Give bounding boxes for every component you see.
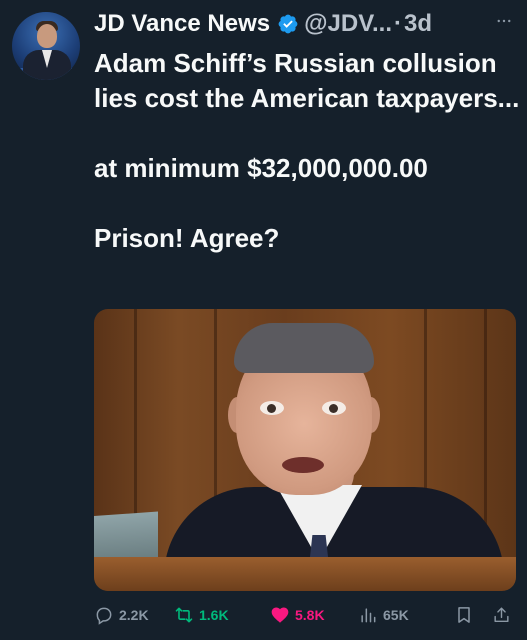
eye-shape — [322, 401, 346, 415]
eye-shape — [260, 401, 284, 415]
author-name[interactable]: JD Vance News — [94, 10, 270, 38]
repost-count: 1.6K — [199, 607, 229, 623]
views-chart-icon — [361, 608, 376, 623]
tweet-text: Adam Schiff’s Russian collusion lies cos… — [94, 46, 524, 256]
tweet-text-line: Prison! Agree? — [94, 223, 280, 253]
tweet-media-photo[interactable] — [94, 309, 516, 591]
timestamp[interactable]: 3d — [404, 10, 432, 38]
views-count: 65K — [383, 607, 409, 623]
hair-shape — [234, 323, 374, 373]
reply-button[interactable]: 2.2K — [94, 605, 174, 625]
reply-count: 2.2K — [119, 607, 149, 623]
tweet-text-line: Adam Schiff’s Russian collusion lies cos… — [94, 48, 520, 113]
like-button[interactable]: 5.8K — [270, 605, 358, 625]
avatar[interactable] — [12, 12, 80, 80]
bookmark-icon — [458, 607, 470, 623]
reply-icon — [96, 607, 112, 625]
tweet-text-line: at minimum $32,000,000.00 — [94, 153, 428, 183]
mouth-shape — [282, 457, 324, 473]
more-horizontal-icon — [497, 19, 511, 23]
heart-icon — [271, 607, 289, 623]
share-button[interactable] — [492, 605, 516, 625]
repost-icon — [175, 607, 193, 623]
desk-shape — [94, 557, 516, 591]
avatar-head — [37, 24, 57, 48]
separator-dot: · — [394, 10, 402, 37]
author-handle[interactable]: @JDV... — [304, 10, 392, 38]
share-icon — [494, 607, 509, 623]
views-button[interactable]: 65K — [358, 605, 454, 625]
verified-badge-icon — [278, 14, 298, 34]
action-bar: 2.2K 1.6K 5.8K 65K — [94, 601, 516, 629]
tweet-header: JD Vance News @JDV... · 3d — [94, 10, 519, 38]
repost-button[interactable]: 1.6K — [174, 605, 270, 625]
more-options-button[interactable] — [493, 10, 515, 32]
like-count: 5.8K — [295, 607, 325, 623]
bookmark-button[interactable] — [454, 605, 492, 625]
